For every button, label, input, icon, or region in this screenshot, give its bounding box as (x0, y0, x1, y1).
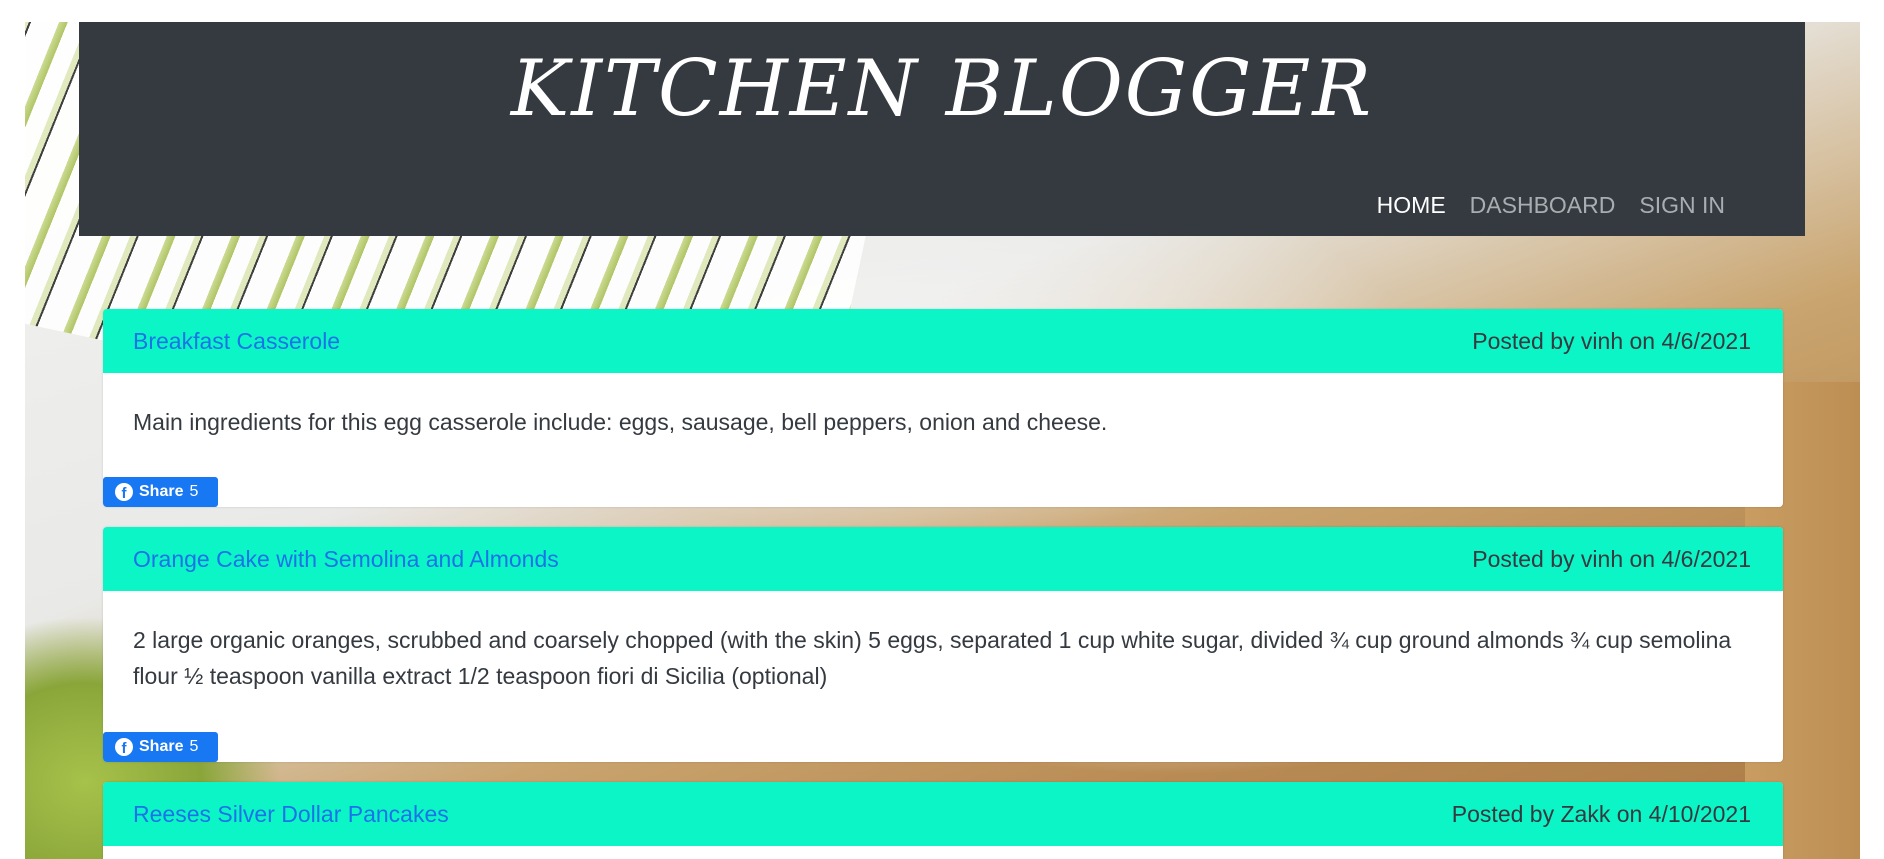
post-body: 2 large organic oranges, scrubbed and co… (133, 627, 1732, 689)
main-nav: HOME DASHBOARD SIGN IN (1377, 192, 1725, 219)
facebook-icon: f (115, 483, 133, 501)
post-title-link[interactable]: Orange Cake with Semolina and Almonds (133, 546, 559, 573)
post-title-link[interactable]: Breakfast Casserole (133, 328, 340, 355)
share-count: 5 (189, 738, 199, 755)
nav-home[interactable]: HOME (1377, 192, 1446, 219)
facebook-share-button[interactable]: f Share 5 (103, 477, 218, 507)
facebook-icon: f (115, 738, 133, 756)
post-header: Breakfast Casserole Posted by vinh on 4/… (103, 309, 1783, 373)
post-card: Orange Cake with Semolina and Almonds Po… (103, 527, 1783, 762)
post-body: Main ingredients for this egg casserole … (133, 409, 1108, 435)
post-meta: Posted by vinh on 4/6/2021 (1472, 327, 1751, 354)
share-label: Share (139, 483, 184, 500)
post-header: Orange Cake with Semolina and Almonds Po… (103, 527, 1783, 591)
post-card: Breakfast Casserole Posted by vinh on 4/… (103, 309, 1783, 507)
post-meta: Posted by vinh on 4/6/2021 (1472, 545, 1751, 572)
post-header: Reeses Silver Dollar Pancakes Posted by … (103, 782, 1783, 846)
facebook-share-button[interactable]: f Share 5 (103, 732, 218, 762)
nav-dashboard[interactable]: DASHBOARD (1470, 192, 1616, 219)
share-label: Share (139, 738, 184, 755)
post-meta: Posted by Zakk on 4/10/2021 (1451, 800, 1751, 827)
site-brand[interactable]: KITCHEN BLOGGER (79, 50, 1805, 128)
site-header: KITCHEN BLOGGER HOME DASHBOARD SIGN IN (79, 22, 1805, 236)
nav-sign-in[interactable]: SIGN IN (1639, 192, 1725, 219)
share-count: 5 (189, 483, 199, 500)
post-card: Reeses Silver Dollar Pancakes Posted by … (103, 782, 1783, 859)
post-title-link[interactable]: Reeses Silver Dollar Pancakes (133, 801, 449, 828)
